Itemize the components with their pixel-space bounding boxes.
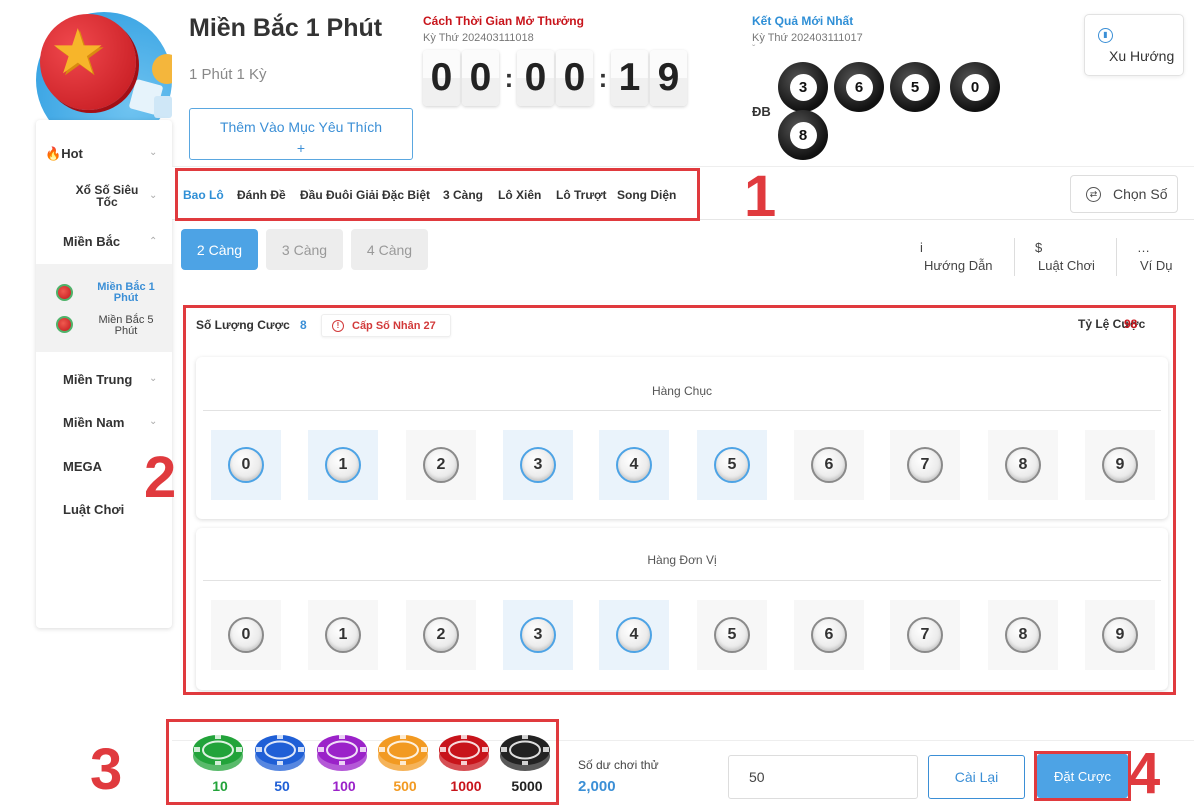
balance-value: 2,000 xyxy=(578,778,616,795)
result-ball-number: 3 xyxy=(789,73,817,101)
countdown-digit: 0 xyxy=(517,50,554,106)
latest-result-period: Kỳ Thứ 202403111017 xyxy=(752,32,863,44)
reset-button[interactable]: Cài Lại xyxy=(928,755,1025,799)
bet-amount-input[interactable] xyxy=(728,755,918,799)
annotation-number: 3 xyxy=(90,737,123,802)
app-logo: ★ xyxy=(36,12,172,120)
example-label: Ví Dụ xyxy=(1140,258,1173,273)
chevron-down-icon[interactable]: ⌄ xyxy=(149,190,157,201)
chevron-down-icon[interactable]: ⌄ xyxy=(149,416,157,427)
dollar-icon: $ xyxy=(1035,240,1043,255)
result-ball-number: 6 xyxy=(845,73,873,101)
sidebar-item-luat-choi[interactable]: Luật Chơi xyxy=(63,502,124,517)
choose-number-button[interactable]: ⇄ Chọn Số xyxy=(1070,175,1178,213)
sidebar-submenu: Miền Bắc 1 Phút Miền Bắc 5 Phút xyxy=(36,264,172,352)
countdown-digit: 0 xyxy=(462,50,499,106)
countdown-separator: : xyxy=(504,62,514,93)
cang-4-button[interactable]: 4 Càng xyxy=(351,229,428,270)
divider xyxy=(1116,238,1117,276)
more-icon: … xyxy=(1137,240,1150,255)
balance-label: Số dư chơi thử xyxy=(578,758,659,772)
add-favorite-label: Thêm Vào Mục Yêu Thích xyxy=(219,118,383,135)
result-ball: 5 xyxy=(890,62,940,112)
sidebar-item-mien-nam[interactable]: Miền Nam xyxy=(63,415,124,430)
rules-label: Luật Chơi xyxy=(1038,258,1095,273)
cang-3-button[interactable]: 3 Càng xyxy=(266,229,343,270)
guide-link[interactable]: i Hướng Dẫn xyxy=(920,240,996,274)
lottery-ball-icon xyxy=(56,284,73,301)
result-ball-number: 5 xyxy=(901,73,929,101)
annotation-number: 2 xyxy=(144,445,177,510)
sidebar-item-hot[interactable]: 🔥Hot xyxy=(45,146,83,162)
sidebar-item-mien-bac[interactable]: Miền Bắc xyxy=(63,234,120,249)
swap-icon: ⇄ xyxy=(1086,187,1101,202)
chart-icon: ▮ xyxy=(1098,28,1113,43)
chevron-down-icon[interactable]: ˇ xyxy=(752,44,755,55)
annotation-box xyxy=(175,168,700,221)
divider xyxy=(1014,238,1015,276)
fire-icon: 🔥 xyxy=(45,146,62,161)
result-ball: 8 xyxy=(778,110,828,160)
countdown-label: Cách Thời Gian Mở Thưởng xyxy=(423,14,584,28)
sidebar-item-mien-trung[interactable]: Miền Trung xyxy=(63,372,132,387)
page-title: Miền Bắc 1 Phút xyxy=(189,14,383,42)
annotation-number: 1 xyxy=(744,164,777,229)
plus-icon: + xyxy=(296,139,306,156)
example-link[interactable]: … Ví Dụ xyxy=(1137,240,1177,274)
trend-label: Xu Hướng xyxy=(1109,48,1175,64)
annotation-box xyxy=(183,305,1176,695)
countdown-digit: 0 xyxy=(423,50,460,106)
result-ball-number: 0 xyxy=(961,73,989,101)
annotation-box xyxy=(1034,751,1131,801)
special-prize-label: ĐB xyxy=(752,104,771,119)
cang-2-button[interactable]: 2 Càng xyxy=(181,229,258,270)
latest-result-label: Kết Quả Mới Nhất xyxy=(752,14,854,28)
sidebar-item-mega[interactable]: MEGA xyxy=(63,459,102,474)
chevron-down-icon[interactable]: ⌄ xyxy=(149,373,157,384)
lottery-ball-icon xyxy=(56,316,73,333)
page-subtitle: 1 Phút 1 Kỳ xyxy=(189,66,267,83)
annotation-box xyxy=(166,719,559,805)
info-icon: i xyxy=(920,240,923,255)
add-favorite-button[interactable]: Thêm Vào Mục Yêu Thích + xyxy=(189,108,413,160)
annotation-number: 4 xyxy=(1128,741,1161,806)
result-ball: 6 xyxy=(834,62,884,112)
sidebar-subitem-mien-bac-5-phut[interactable]: Miền Bắc 5 Phút xyxy=(92,315,160,337)
countdown-period: Kỳ Thứ 202403111018 xyxy=(423,32,534,44)
choose-number-label: Chọn Số xyxy=(1113,186,1168,202)
rules-link[interactable]: $ Luật Chơi xyxy=(1035,240,1099,274)
chevron-up-icon[interactable]: ⌃ xyxy=(149,236,157,247)
guide-label: Hướng Dẫn xyxy=(924,258,993,273)
sidebar: 🔥Hot ⌄ Xổ Số Siêu Tốc ⌄ Miền Bắc ⌃ Miền … xyxy=(36,120,172,628)
countdown-separator: : xyxy=(598,62,608,93)
sidebar-subitem-mien-bac-1-phut[interactable]: Miền Bắc 1 Phút xyxy=(92,282,160,304)
countdown-digit: 1 xyxy=(611,50,648,106)
trend-button[interactable]: ▮ Xu Hướng xyxy=(1084,14,1184,76)
result-ball: 0 xyxy=(950,62,1000,112)
countdown-digit: 9 xyxy=(650,50,687,106)
result-ball-number: 8 xyxy=(789,121,817,149)
sidebar-item-xo-so-sieu-toc[interactable]: Xổ Số Siêu Tốc xyxy=(68,184,146,208)
countdown-digit: 0 xyxy=(556,50,593,106)
chevron-down-icon[interactable]: ⌄ xyxy=(149,147,157,158)
result-ball: 3 xyxy=(778,62,828,112)
countdown-timer: 0 0 : 0 0 : 1 9 xyxy=(423,50,689,106)
sidebar-item-label: Hot xyxy=(61,146,83,161)
